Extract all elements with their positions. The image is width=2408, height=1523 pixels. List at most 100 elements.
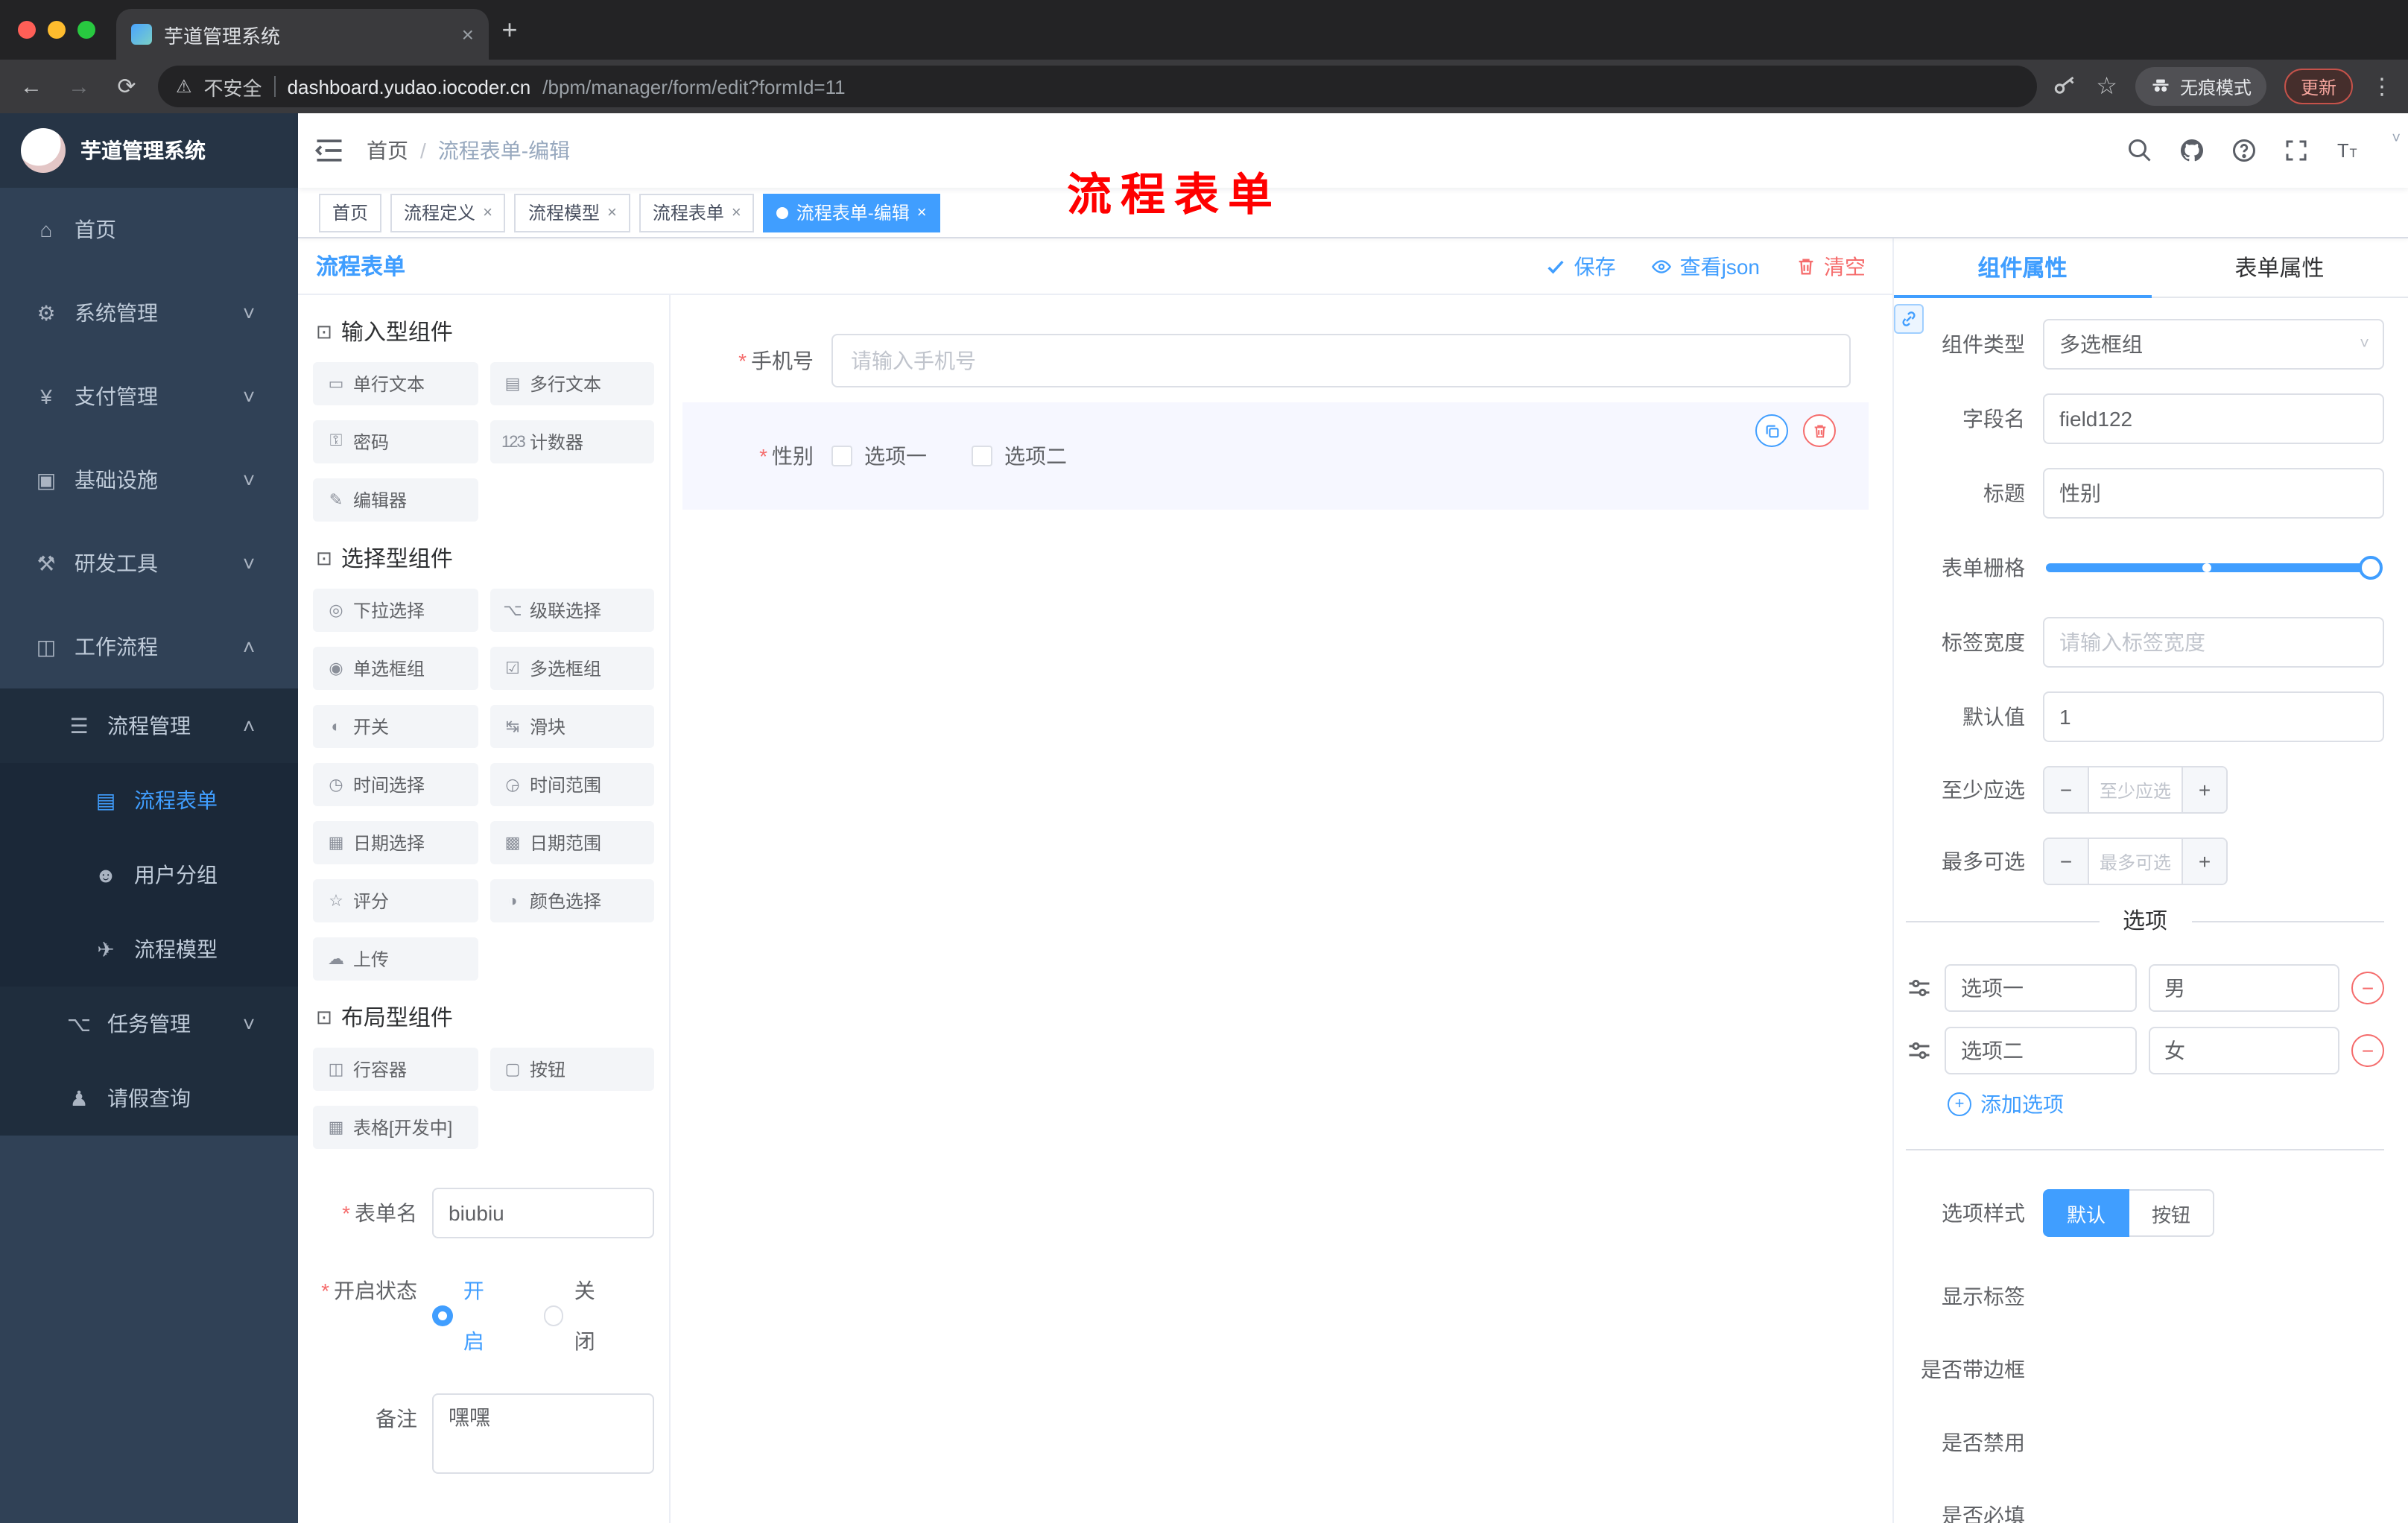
drag-handle-icon[interactable]	[1906, 975, 1933, 1001]
browser-tab[interactable]: 芋道管理系统	[116, 9, 489, 60]
style-default-button[interactable]: 默认	[2043, 1189, 2130, 1237]
fullscreen-icon[interactable]	[2283, 137, 2310, 164]
tag-home[interactable]: 首页	[319, 193, 382, 232]
palette-chip-color-picker[interactable]: 颜色选择	[489, 879, 654, 922]
grid-slider[interactable]	[2046, 556, 2383, 580]
github-icon[interactable]	[2179, 137, 2205, 164]
field-name-input[interactable]	[2043, 393, 2384, 444]
form-name-input[interactable]	[432, 1188, 654, 1238]
tag-process-model[interactable]: 流程模型	[514, 193, 630, 232]
min-select-value[interactable]: 至少应选	[2089, 767, 2182, 812]
form-remark-textarea[interactable]: 嘿嘿	[432, 1393, 654, 1474]
bookmark-star-icon[interactable]	[2096, 72, 2117, 101]
field-phone[interactable]: 手机号	[682, 334, 1869, 387]
clear-button[interactable]: 清空	[1796, 251, 1866, 281]
tag-process-definition[interactable]: 流程定义	[390, 193, 506, 232]
option-2-value-input[interactable]	[2148, 1027, 2339, 1074]
tab-form-props[interactable]: 表单属性	[2151, 238, 2408, 297]
palette-chip-single-line-text[interactable]: 单行文本	[313, 362, 478, 405]
sidebar-item-system[interactable]: 系统管理	[0, 271, 298, 355]
palette-chip-radio-group[interactable]: 单选框组	[313, 647, 478, 690]
sidebar-item-workflow[interactable]: 工作流程	[0, 605, 298, 688]
sidebar-item-user-groups[interactable]: 用户分组	[0, 838, 298, 912]
copy-field-button[interactable]	[1755, 414, 1788, 447]
minus-button[interactable]	[2044, 839, 2089, 884]
password-key-icon[interactable]	[2051, 73, 2078, 100]
drag-handle-icon[interactable]	[1906, 1037, 1933, 1064]
remove-option-button[interactable]	[2351, 972, 2384, 1004]
sidebar-item-task-management[interactable]: 任务管理	[0, 987, 298, 1061]
sidebar-item-home[interactable]: 首页	[0, 188, 298, 271]
sidebar-logo[interactable]: 芋道管理系统	[0, 113, 298, 188]
palette-chip-cascader[interactable]: 级联选择	[489, 589, 654, 632]
palette-chip-date-picker[interactable]: 日期选择	[313, 821, 478, 864]
link-badge[interactable]	[1894, 304, 1924, 334]
sidebar-item-process-model[interactable]: 流程模型	[0, 912, 298, 987]
search-icon[interactable]	[2126, 137, 2153, 164]
max-select-value[interactable]: 最多可选	[2089, 839, 2182, 884]
checkbox-icon[interactable]	[972, 446, 992, 466]
status-off-radio[interactable]: 关闭	[543, 1265, 615, 1367]
browser-menu-icon[interactable]	[2371, 73, 2393, 100]
palette-chip-password[interactable]: 密码	[313, 420, 478, 463]
palette-chip-time-range[interactable]: 时间范围	[489, 763, 654, 806]
style-button-button[interactable]: 按钮	[2129, 1189, 2215, 1237]
palette-chip-upload[interactable]: 上传	[313, 937, 478, 981]
palette-chip-date-range[interactable]: 日期范围	[489, 821, 654, 864]
new-tab-button[interactable]	[489, 9, 530, 51]
option-1-value-input[interactable]	[2148, 964, 2339, 1012]
sidebar-item-infrastructure[interactable]: 基础设施	[0, 438, 298, 522]
phone-input[interactable]	[831, 334, 1851, 387]
reload-button[interactable]	[110, 73, 143, 100]
forward-button[interactable]	[63, 74, 95, 99]
back-button[interactable]	[15, 74, 48, 99]
plus-button[interactable]	[2182, 839, 2226, 884]
address-bar[interactable]: 不安全 dashboard.yudao.iocoder.cn/bpm/manag…	[158, 66, 2037, 107]
palette-chip-editor[interactable]: 编辑器	[313, 478, 478, 522]
add-option-button[interactable]: 添加选项	[1948, 1089, 2408, 1119]
palette-chip-switch[interactable]: 开关	[313, 705, 478, 748]
sidebar-item-process-management[interactable]: 流程管理	[0, 688, 298, 763]
default-value-input[interactable]	[2043, 691, 2384, 742]
sidebar-item-process-form[interactable]: 流程表单	[0, 763, 298, 838]
font-size-icon[interactable]: TT	[2335, 137, 2362, 164]
gender-option-1[interactable]: 选项一	[831, 441, 927, 471]
option-2-label-input[interactable]	[1945, 1027, 2136, 1074]
hamburger-icon[interactable]	[313, 134, 346, 167]
sidebar-item-devtools[interactable]: 研发工具	[0, 522, 298, 605]
tab-close-icon[interactable]	[462, 22, 474, 46]
palette-chip-time-picker[interactable]: 时间选择	[313, 763, 478, 806]
sidebar-item-payment[interactable]: 支付管理	[0, 355, 298, 438]
save-button[interactable]: 保存	[1546, 251, 1616, 281]
breadcrumb-home[interactable]: 首页	[367, 136, 408, 165]
tag-close-icon[interactable]	[917, 203, 927, 221]
plus-button[interactable]	[2182, 767, 2226, 812]
tag-close-icon[interactable]	[607, 203, 617, 221]
field-gender-selected[interactable]: 性别 选项一 选项二	[682, 402, 1869, 510]
status-on-radio[interactable]: 开启	[432, 1265, 504, 1367]
tag-process-form[interactable]: 流程表单	[639, 193, 755, 232]
minimize-window-button[interactable]	[48, 21, 66, 39]
zoom-window-button[interactable]	[77, 21, 95, 39]
palette-chip-rate[interactable]: 评分	[313, 879, 478, 922]
tag-close-icon[interactable]	[483, 203, 492, 221]
palette-chip-select[interactable]: 下拉选择	[313, 589, 478, 632]
close-window-button[interactable]	[18, 21, 36, 39]
option-1-label-input[interactable]	[1945, 964, 2136, 1012]
palette-chip-button[interactable]: 按钮	[489, 1048, 654, 1091]
tab-component-props[interactable]: 组件属性	[1894, 238, 2151, 298]
checkbox-icon[interactable]	[831, 446, 852, 466]
palette-chip-slider[interactable]: 滑块	[489, 705, 654, 748]
palette-chip-table[interactable]: 表格[开发中]	[313, 1106, 478, 1149]
label-width-input[interactable]	[2043, 617, 2384, 668]
minus-button[interactable]	[2044, 767, 2089, 812]
delete-field-button[interactable]	[1803, 414, 1836, 447]
slider-handle[interactable]	[2359, 556, 2383, 580]
browser-update-button[interactable]: 更新	[2284, 69, 2353, 104]
palette-chip-checkbox-group[interactable]: 多选框组	[489, 647, 654, 690]
tag-close-icon[interactable]	[732, 203, 741, 221]
sidebar-item-leave-query[interactable]: 请假查询	[0, 1061, 298, 1136]
title-input[interactable]	[2043, 468, 2384, 519]
palette-chip-row-container[interactable]: 行容器	[313, 1048, 478, 1091]
gender-option-2[interactable]: 选项二	[972, 441, 1067, 471]
